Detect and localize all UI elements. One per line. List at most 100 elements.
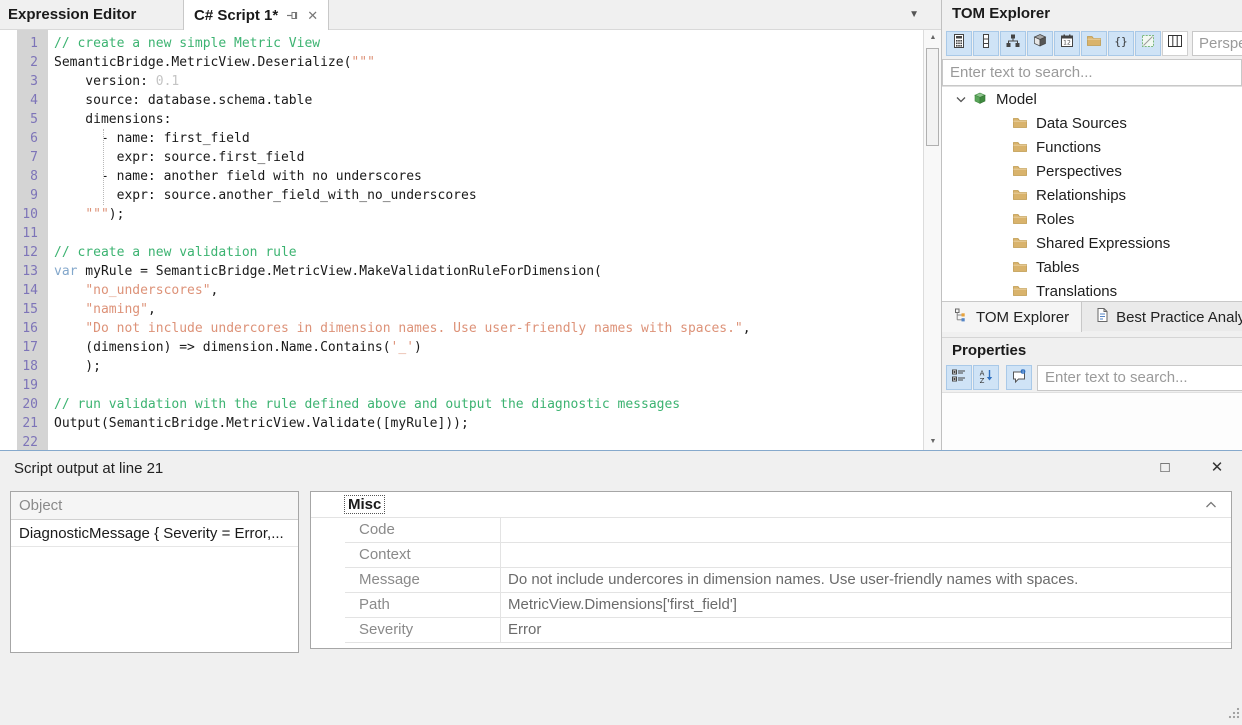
line-number: 6 <box>0 129 44 148</box>
categorized-icon <box>951 368 967 388</box>
code-token: source: database.schema.table <box>54 93 312 108</box>
tree-item-relationships[interactable]: Relationships <box>942 183 1242 207</box>
tab-close-icon[interactable]: ✕ <box>307 9 318 22</box>
resize-grip-icon[interactable] <box>1227 706 1240 723</box>
tree-item-tables[interactable]: Tables <box>942 255 1242 279</box>
cube-icon <box>1032 33 1048 53</box>
code-token: var <box>54 264 77 279</box>
tree-item-label: Shared Expressions <box>1032 235 1170 252</box>
scrollbar-thumb[interactable] <box>926 48 939 146</box>
code-token: , <box>743 321 751 336</box>
property-grid-category-row[interactable]: Misc <box>311 492 1231 518</box>
tree-item-label: Roles <box>1032 211 1074 228</box>
property-row-path[interactable]: PathMetricView.Dimensions['first_field'] <box>345 593 1231 618</box>
model-tree: ModelData Sources Functions PerspectivesRe… <box>942 86 1242 301</box>
code-line: 10 """); <box>0 205 941 224</box>
code-token: // create a new simple Metric View <box>54 36 320 51</box>
script-output-dialog: Script output at line 21 □ ✕ Object Diag… <box>0 450 1242 725</box>
tree-item-label: Functions <box>1032 139 1101 156</box>
sort-az-button[interactable]: AZ <box>973 365 999 390</box>
code-text: Output(SemanticBridge.MetricView.Validat… <box>54 414 469 433</box>
calendar-toggle-button[interactable]: 12 <box>1054 31 1080 56</box>
editor-vertical-scrollbar[interactable]: ▲ ▼ <box>923 30 941 450</box>
cube-toggle-button[interactable] <box>1027 31 1053 56</box>
line-number: 11 <box>0 224 44 243</box>
tree-item-shared-expressions[interactable]: Shared Expressions <box>942 231 1242 255</box>
hierarchy-toggle-button[interactable] <box>1000 31 1026 56</box>
right-pane: TOM Explorer 12 {} Perspe. ModelData Sourc… <box>941 0 1242 450</box>
code-token: """ <box>351 55 374 70</box>
folder-icon <box>1012 235 1032 251</box>
tree-item-model[interactable]: Model <box>942 87 1242 111</box>
tree-item-functions[interactable]: Functions <box>942 135 1242 159</box>
code-line: 13var myRule = SemanticBridge.MetricView… <box>0 262 941 281</box>
kpi-slash-icon <box>1140 33 1156 53</box>
code-token: dimensions: <box>54 112 171 127</box>
maximize-icon[interactable]: □ <box>1150 455 1180 481</box>
property-row-context[interactable]: Context <box>345 543 1231 568</box>
line-number: 2 <box>0 53 44 72</box>
line-number: 16 <box>0 319 44 338</box>
perspective-combobox[interactable]: Perspe. <box>1192 31 1242 56</box>
object-list-item[interactable]: DiagnosticMessage { Severity = Error,... <box>11 520 298 547</box>
tab-csharp-script[interactable]: C# Script 1* ✕ <box>183 0 329 30</box>
code-text: "no_underscores", <box>54 281 218 300</box>
tab-label: TOM Explorer <box>976 309 1069 326</box>
code-token: , <box>148 302 156 317</box>
property-value <box>501 518 1231 542</box>
tom-search-row <box>942 59 1242 86</box>
code-editor[interactable]: 1// create a new simple Metric View2Sema… <box>0 30 941 450</box>
code-line: 17 (dimension) => dimension.Name.Contain… <box>0 338 941 357</box>
tab-tom-explorer[interactable]: TOM Explorer <box>942 302 1082 332</box>
property-row-severity[interactable]: SeverityError <box>345 618 1231 643</box>
kpi-slash-toggle-button[interactable] <box>1135 31 1161 56</box>
code-text: version: 0.1 <box>54 72 179 91</box>
folder-icon <box>1012 163 1032 179</box>
chevron-down-icon[interactable] <box>956 96 972 103</box>
code-text: // run validation with the rule defined … <box>54 395 680 414</box>
code-text: dimensions: <box>54 110 171 129</box>
tab-label: Best Practice Analyz <box>1116 309 1242 326</box>
code-line: 2SemanticBridge.MetricView.Deserialize("… <box>0 53 941 72</box>
sort-az-icon: AZ <box>978 368 994 388</box>
table-columns-toggle-button[interactable] <box>1162 31 1188 56</box>
folder-icon <box>1012 187 1032 203</box>
tab-best-practice-analyz[interactable]: Best Practice Analyz <box>1082 302 1242 332</box>
code-token: version: <box>54 74 156 89</box>
tree-item-data-sources[interactable]: Data Sources <box>942 111 1242 135</box>
scroll-down-arrow-icon[interactable]: ▼ <box>924 434 941 450</box>
calculator-toggle-button[interactable] <box>946 31 972 56</box>
braces-toggle-button[interactable]: {} <box>1108 31 1134 56</box>
categorized-button[interactable] <box>946 365 972 390</box>
code-token <box>54 321 85 336</box>
tom-explorer-title: TOM Explorer <box>942 0 1242 28</box>
hierarchy-icon <box>1005 33 1021 53</box>
tree-item-label: Translations <box>1032 283 1117 300</box>
line-number: 13 <box>0 262 44 281</box>
code-text: ); <box>54 357 101 376</box>
property-row-code[interactable]: Code <box>345 518 1231 543</box>
object-listbox: Object DiagnosticMessage { Severity = Er… <box>10 491 299 653</box>
property-value: Do not include undercores in dimension n… <box>501 568 1231 592</box>
properties-search-input[interactable] <box>1037 365 1242 391</box>
code-line: 1// create a new simple Metric View <box>0 34 941 53</box>
tree-item-roles[interactable]: Roles <box>942 207 1242 231</box>
dialog-close-icon[interactable]: ✕ <box>1202 455 1232 481</box>
scroll-up-arrow-icon[interactable]: ▲ <box>924 30 941 46</box>
folder-toggle-button[interactable] <box>1081 31 1107 56</box>
code-lines: 1// create a new simple Metric View2Sema… <box>0 34 941 450</box>
tree-item-perspectives[interactable]: Perspectives <box>942 159 1242 183</box>
properties-empty-area <box>942 392 1242 450</box>
code-token: expr: source.another_field_with_no_under… <box>54 188 477 203</box>
code-line: 11 <box>0 224 941 243</box>
info-bubble-button[interactable]: i <box>1006 365 1032 390</box>
tom-search-input[interactable] <box>942 59 1242 86</box>
code-token: "naming" <box>85 302 148 317</box>
chevron-up-icon[interactable] <box>1205 501 1217 509</box>
pin-icon[interactable] <box>286 9 299 22</box>
tab-list-dropdown-icon[interactable]: ▼ <box>909 9 919 20</box>
property-value: MetricView.Dimensions['first_field'] <box>501 593 1231 617</box>
column-toggle-button[interactable] <box>973 31 999 56</box>
property-row-message[interactable]: MessageDo not include undercores in dime… <box>345 568 1231 593</box>
tree-item-translations[interactable]: Translations <box>942 279 1242 301</box>
